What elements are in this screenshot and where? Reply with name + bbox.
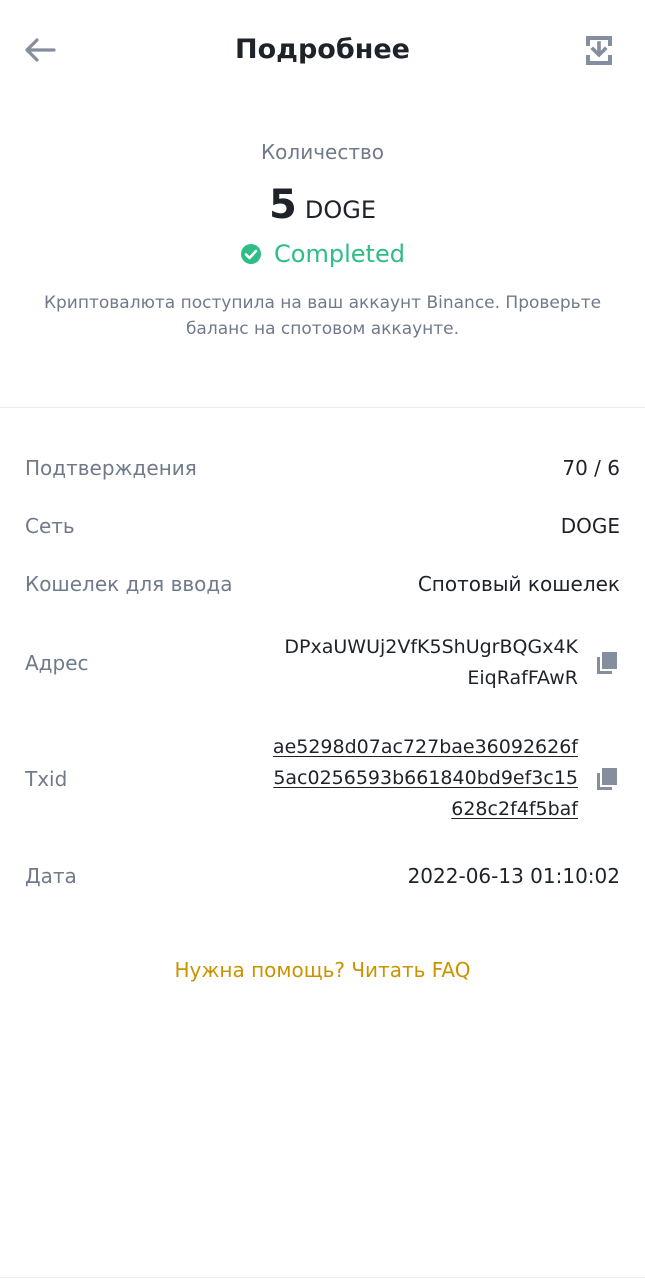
page-title: Подробнее (235, 34, 410, 65)
txid-label: Txid (25, 766, 68, 791)
confirmations-label: Подтверждения (25, 456, 197, 480)
address-value: DPxaUWUj2VfK5ShUgrBQGx4K EiqRafFAwR (284, 632, 578, 694)
address-row: Адрес DPxaUWUj2VfK5ShUgrBQGx4K EiqRafFAw… (25, 632, 620, 694)
network-row: Сеть DOGE (25, 514, 620, 538)
download-icon (586, 36, 612, 65)
txid-row: Txid ae5298d07ac727bae36092626f 5ac02565… (25, 732, 620, 825)
copy-txid-button[interactable] (594, 766, 620, 792)
address-label: Адрес (25, 651, 89, 675)
copy-address-button[interactable] (594, 650, 620, 676)
txid-line: ae5298d07ac727bae36092626f (272, 736, 578, 758)
wallet-value: Спотовый кошелек (417, 572, 620, 596)
network-label: Сеть (25, 514, 75, 538)
download-button[interactable] (579, 30, 619, 70)
copy-icon (597, 652, 617, 674)
summary-section: Количество 5 DOGE Completed Криптовалюта… (0, 140, 645, 342)
copy-icon (597, 767, 617, 790)
amount-row: 5 DOGE (0, 182, 645, 228)
txid-link[interactable]: ae5298d07ac727bae36092626f 5ac0256593b66… (273, 732, 578, 825)
wallet-label: Кошелек для ввода (25, 572, 233, 596)
address-line: DPxaUWUj2VfK5ShUgrBQGx4K (284, 636, 578, 658)
txid-line: 628c2f4f5baf (451, 798, 578, 820)
faq-link[interactable]: Нужна помощь? Читать FAQ (0, 958, 645, 982)
status-note: Криптовалюта поступила на ваш аккаунт Bi… (43, 293, 602, 339)
status-text: Completed (274, 240, 405, 268)
confirmations-row: Подтверждения 70 / 6 (25, 456, 620, 480)
date-row: Дата 2022-06-13 01:10:02 (25, 864, 620, 888)
date-value: 2022-06-13 01:10:02 (407, 864, 620, 888)
status-row: Completed (0, 240, 645, 268)
quantity-label: Количество (260, 140, 384, 164)
bottom-divider (0, 1277, 645, 1278)
txid-value-wrap: ae5298d07ac727bae36092626f 5ac0256593b66… (273, 732, 620, 825)
amount-value: 5 (269, 182, 297, 228)
txid-line: 5ac0256593b661840bd9ef3c15 (273, 767, 578, 789)
address-value-wrap: DPxaUWUj2VfK5ShUgrBQGx4K EiqRafFAwR (284, 632, 620, 694)
transaction-details-page: Подробнее Количество 5 DOGE Completed Кр… (0, 0, 645, 1280)
wallet-row: Кошелек для ввода Спотовый кошелек (25, 572, 620, 596)
currency-label: DOGE (304, 196, 376, 224)
header: Подробнее (0, 0, 645, 104)
check-circle-icon (241, 244, 262, 264)
divider (0, 407, 645, 408)
date-label: Дата (25, 864, 77, 888)
network-value: DOGE (560, 514, 620, 538)
address-line: EiqRafFAwR (467, 667, 578, 689)
confirmations-value: 70 / 6 (562, 456, 620, 480)
